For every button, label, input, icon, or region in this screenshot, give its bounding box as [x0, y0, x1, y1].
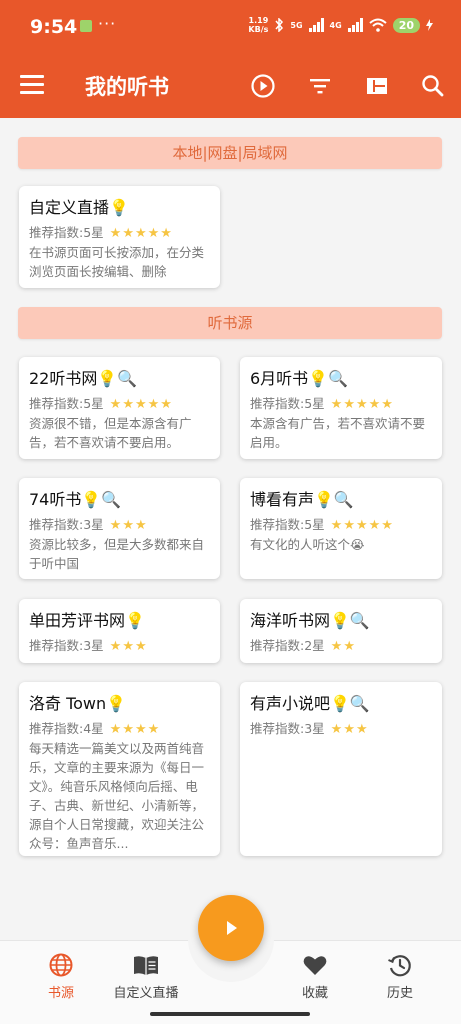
card-title: 有声小说吧💡🔍 [250, 694, 370, 713]
play-icon [227, 921, 237, 935]
net-speed: 1.19 KB/s [248, 16, 269, 34]
rating-stars: ★★★★★ [109, 226, 173, 241]
app-bar: 我的听书 [0, 56, 461, 118]
rating-stars: ★★★★★ [330, 397, 394, 412]
card-title: 洛奇 Town💡 [29, 694, 127, 713]
source-card[interactable]: 博看有声💡🔍 推荐指数:5星 ★★★★★ 有文化的人听这个😭 [240, 478, 442, 579]
status-time: 9:54 [30, 16, 78, 38]
globe-icon [49, 953, 73, 977]
card-title: 74听书💡🔍 [29, 490, 122, 509]
heart-icon [303, 956, 327, 975]
card-desc: 资源很不错，但是本源含有广告，若不喜欢请不要启用。 [29, 416, 192, 450]
nav-label: 历史 [386, 986, 413, 1001]
signal-type-2: 4G [329, 20, 342, 30]
rating-stars: ★★★ [109, 518, 148, 533]
source-card[interactable]: 自定义直播💡 推荐指数:5星 ★★★★★ 在书源页面可长按添加，在分类浏览页面长按… [19, 186, 220, 288]
rating-label: 推荐指数:5星 [250, 396, 325, 411]
signal-bars-2-icon [347, 18, 363, 32]
source-card[interactable]: 单田芳评书网💡 推荐指数:3星 ★★★ [19, 599, 220, 663]
charging-icon [426, 19, 433, 31]
signal-type-1: 5G [290, 20, 303, 30]
rating-stars: ★★★ [330, 722, 369, 737]
more-notifications-icon: ··· [98, 14, 117, 33]
search-icon[interactable] [418, 71, 448, 101]
source-card[interactable]: 74听书💡🔍 推荐指数:3星 ★★★ 资源比较多，但是大多数都来自于听中国 [19, 478, 220, 579]
card-title: 6月听书💡🔍 [250, 369, 349, 388]
status-bar: 9:54 ··· 1.19 KB/s 5G 4G 20 [0, 0, 461, 56]
rating-label: 推荐指数:5星 [29, 396, 104, 411]
card-title: 博看有声💡🔍 [250, 490, 354, 509]
card-desc: 本源含有广告，若不喜欢请不要启用。 [250, 416, 426, 450]
source-card[interactable]: 6月听书💡🔍 推荐指数:5星 ★★★★★ 本源含有广告，若不喜欢请不要启用。 [240, 357, 442, 459]
source-card[interactable]: 洛奇 Town💡 推荐指数:4星 ★★★★ 每天精选一篇美文以及两首纯音乐，文章的… [19, 682, 220, 856]
menu-icon[interactable] [20, 75, 44, 95]
rating-label: 推荐指数:2星 [250, 638, 325, 653]
source-card[interactable]: 海洋听书网💡🔍 推荐指数:2星 ★★ [240, 599, 442, 663]
rating-label: 推荐指数:5星 [250, 517, 325, 532]
source-card[interactable]: 有声小说吧💡🔍 推荐指数:3星 ★★★ [240, 682, 442, 856]
notification-icon [80, 20, 92, 32]
rating-label: 推荐指数:3星 [29, 638, 104, 653]
nav-label: 自定义直播 [113, 986, 179, 1001]
rating-stars: ★★★ [109, 639, 148, 654]
source-card[interactable]: 22听书网💡🔍 推荐指数:5星 ★★★★★ 资源很不错，但是本源含有广告，若不喜欢… [19, 357, 220, 459]
rating-stars: ★★★★★ [109, 397, 173, 412]
home-indicator[interactable] [150, 1012, 310, 1016]
rating-stars: ★★ [330, 639, 356, 654]
bluetooth-icon [275, 18, 284, 32]
play-circle-icon[interactable] [248, 71, 278, 101]
rating-stars: ★★★★ [109, 722, 161, 737]
play-button[interactable] [198, 895, 264, 961]
card-title: 单田芳评书网💡 [29, 611, 145, 630]
nav-item-history[interactable]: 历史 [355, 951, 445, 1001]
wifi-icon [369, 18, 387, 32]
card-title: 自定义直播💡 [29, 198, 129, 217]
rating-label: 推荐指数:5星 [29, 225, 104, 240]
layout-icon[interactable] [362, 71, 392, 101]
battery-indicator: 20 [392, 17, 420, 33]
section-header-local[interactable]: 本地|网盘|局域网 [18, 137, 442, 169]
nav-label: 收藏 [301, 986, 328, 1001]
page-title: 我的听书 [85, 75, 169, 99]
filter-icon[interactable] [305, 71, 335, 101]
history-icon [388, 955, 411, 977]
signal-bars-1-icon [308, 18, 324, 32]
section-header-audiobook[interactable]: 听书源 [18, 307, 442, 339]
nav-item-book-sources[interactable]: 书源 [16, 951, 106, 1001]
rating-label: 推荐指数:4星 [29, 721, 104, 736]
card-title: 22听书网💡🔍 [29, 369, 138, 388]
nav-label: 书源 [47, 986, 74, 1001]
card-desc: 有文化的人听这个😭 [250, 537, 365, 552]
card-desc: 资源比较多，但是大多数都来自于听中国 [29, 537, 205, 571]
nav-item-favorites[interactable]: 收藏 [270, 951, 360, 1001]
card-title: 海洋听书网💡🔍 [250, 611, 370, 630]
card-desc: 每天精选一篇美文以及两首纯音乐，文章的主要来源为《每日一文》。纯音乐风格倾向后摇… [29, 741, 205, 851]
book-icon [134, 956, 158, 975]
nav-item-custom-live[interactable]: 自定义直播 [101, 951, 191, 1001]
rating-label: 推荐指数:3星 [250, 721, 325, 736]
rating-label: 推荐指数:3星 [29, 517, 104, 532]
rating-stars: ★★★★★ [330, 518, 394, 533]
card-desc: 在书源页面可长按添加，在分类浏览页面长按编辑、删除 [29, 245, 205, 279]
